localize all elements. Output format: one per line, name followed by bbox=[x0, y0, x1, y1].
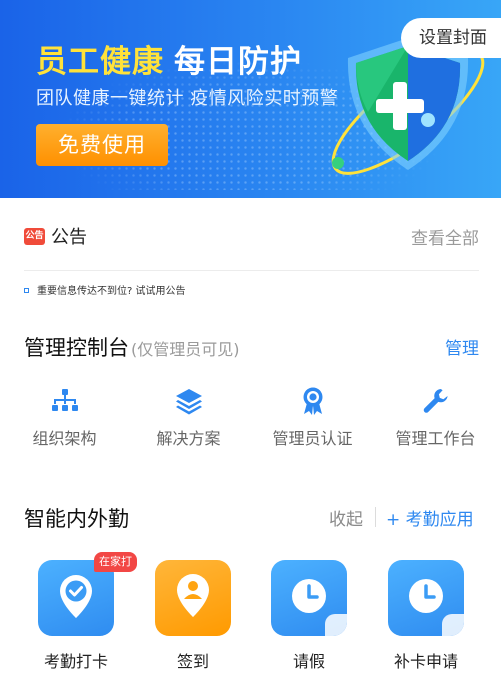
admin-item-label: 管理工作台 bbox=[395, 429, 476, 448]
app-tile bbox=[155, 560, 231, 636]
admin-item-label: 组织架构 bbox=[32, 429, 97, 448]
collapse-button[interactable]: 收起 bbox=[329, 505, 363, 530]
app-leave[interactable]: 请假 bbox=[271, 560, 347, 672]
announcement-title: 公告 bbox=[51, 227, 87, 248]
admin-console-title: 管理控制台 (仅管理员可见) bbox=[24, 332, 240, 362]
vertical-divider bbox=[375, 507, 376, 527]
admin-console-title-text: 管理控制台 bbox=[24, 336, 129, 360]
banner-subtitle: 团队健康一键统计 疫情风险实时预警 bbox=[36, 88, 339, 109]
promo-banner[interactable]: 员工健康 每日防护 团队健康一键统计 疫情风险实时预警 免费使用 设置封面 bbox=[0, 0, 501, 198]
admin-item-solutions[interactable]: 解决方案 bbox=[126, 385, 251, 449]
add-attendance-app-button[interactable]: + 考勤应用 bbox=[386, 505, 474, 530]
view-all-link[interactable]: 查看全部 bbox=[411, 224, 479, 249]
set-cover-button[interactable]: 设置封面 bbox=[401, 18, 501, 58]
admin-item-label: 管理员认证 bbox=[272, 429, 353, 448]
banner-title-highlight: 员工健康 bbox=[36, 44, 164, 80]
announcement-item[interactable]: 重要信息传达不到位? 试试用公告 bbox=[24, 282, 186, 297]
free-use-button[interactable]: 免费使用 bbox=[36, 124, 168, 166]
wrench-icon bbox=[423, 389, 448, 413]
bullet-icon bbox=[24, 288, 29, 293]
manage-link[interactable]: 管理 bbox=[445, 334, 479, 359]
divider bbox=[24, 270, 479, 271]
attendance-section-title: 智能内外勤 bbox=[24, 507, 129, 531]
app-sign-in[interactable]: 签到 bbox=[155, 560, 231, 672]
admin-item-admin-certification[interactable]: 管理员认证 bbox=[250, 385, 375, 449]
announcement-tag-icon: 公告 bbox=[24, 228, 45, 245]
app-label: 考勤打卡 bbox=[43, 652, 108, 671]
admin-only-note: (仅管理员可见) bbox=[131, 340, 240, 359]
announcement-item-text: 重要信息传达不到位? 试试用公告 bbox=[37, 286, 186, 297]
app-punch-correction[interactable]: 补卡申请 bbox=[388, 560, 464, 672]
admin-item-org-structure[interactable]: 组织架构 bbox=[2, 385, 127, 449]
work-from-home-badge: 在家打 bbox=[94, 552, 137, 572]
app-checkin[interactable]: 考勤打卡 bbox=[38, 560, 114, 672]
banner-title-rest: 每日防护 bbox=[174, 44, 302, 80]
app-label: 补卡申请 bbox=[393, 652, 458, 671]
certified-badge-icon bbox=[303, 387, 322, 415]
app-tile bbox=[388, 560, 464, 636]
app-label: 签到 bbox=[176, 652, 209, 671]
org-structure-icon bbox=[51, 389, 78, 411]
sign-in-pin-icon bbox=[177, 574, 209, 617]
app-label: 请假 bbox=[292, 652, 325, 671]
admin-item-label: 解决方案 bbox=[156, 429, 221, 448]
banner-title: 员工健康 每日防护 bbox=[36, 36, 302, 81]
app-tile bbox=[271, 560, 347, 636]
announcement-header: 公告 公告 查看全部 bbox=[24, 222, 479, 252]
layers-icon bbox=[175, 389, 202, 415]
admin-item-workbench[interactable]: 管理工作台 bbox=[373, 385, 498, 449]
